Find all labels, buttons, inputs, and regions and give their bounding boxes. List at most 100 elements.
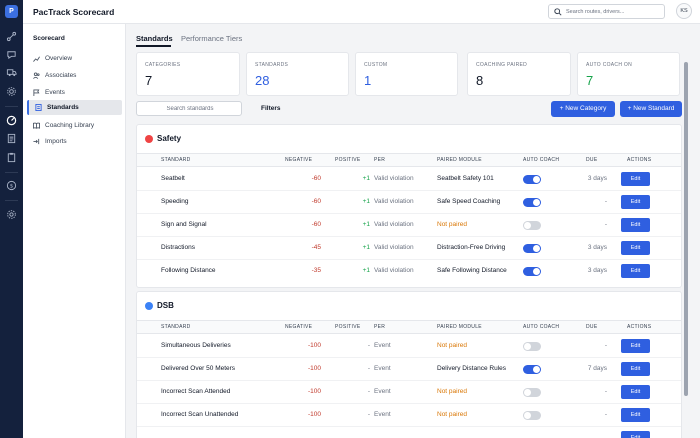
svg-text:$: $: [10, 184, 14, 190]
rail-divider: [5, 172, 18, 173]
edit-button[interactable]: Edit: [621, 264, 650, 278]
positive-points: -: [367, 365, 370, 372]
table-row: Following Distance -35 +1 Valid violatio…: [137, 260, 681, 283]
table-row: Simultaneous Deliveries -100 - Event Not…: [137, 335, 681, 358]
new-category-button[interactable]: + New Category: [551, 101, 615, 117]
due-value: 3 days: [587, 175, 607, 182]
tab-standards[interactable]: Standards: [136, 34, 173, 43]
auto-coach-toggle[interactable]: [523, 365, 541, 374]
section-header[interactable]: Safety: [137, 125, 681, 153]
paired-module: Safe Following Distance: [437, 267, 507, 274]
page-scrollbar[interactable]: [684, 62, 688, 396]
clipboard-icon[interactable]: [6, 152, 17, 163]
auto-coach-toggle[interactable]: [523, 244, 541, 253]
route-icon[interactable]: [6, 31, 17, 42]
due-value: 3 days: [587, 244, 607, 251]
tab-performance-tiers[interactable]: Performance Tiers: [181, 34, 242, 43]
per-value: Valid violation: [374, 267, 414, 274]
stat-label: CUSTOM: [364, 62, 388, 68]
auto-coach-toggle[interactable]: [523, 267, 541, 276]
negative-points: -60: [311, 198, 321, 205]
edit-button[interactable]: Edit: [621, 362, 650, 376]
auto-coach-toggle[interactable]: [523, 221, 541, 230]
rail-divider: [5, 106, 18, 107]
edit-button[interactable]: Edit: [621, 339, 650, 353]
paired-module: Not paired: [437, 411, 467, 418]
standards-search-input[interactable]: [143, 103, 237, 114]
column-header: AUTO COACH: [523, 157, 560, 163]
stat-card-custom: CUSTOM 1: [355, 52, 458, 96]
edit-button[interactable]: Edit: [621, 172, 650, 186]
per-value: Valid violation: [374, 244, 414, 251]
table-row: Incorrect Scan Unattended -100 - Event N…: [137, 404, 681, 427]
stat-label: COACHING PAIRED: [476, 62, 528, 68]
stat-value: 8: [476, 73, 484, 88]
auto-coach-toggle[interactable]: [523, 411, 541, 420]
chart-icon: [33, 55, 40, 62]
standard-name: Distractions: [161, 244, 195, 251]
auto-coach-toggle[interactable]: [523, 342, 541, 351]
auto-coach-toggle[interactable]: [523, 175, 541, 184]
column-header: NEGATIVE: [285, 157, 313, 163]
rail-divider: [5, 200, 18, 201]
nav-item-events[interactable]: Events: [27, 85, 122, 100]
users-icon: [33, 72, 40, 79]
nav-item-associates[interactable]: Associates: [27, 68, 122, 83]
global-search-input[interactable]: [566, 6, 662, 17]
chat-icon[interactable]: [6, 49, 17, 60]
app-logo[interactable]: P: [5, 5, 18, 18]
auto-coach-toggle[interactable]: [523, 198, 541, 207]
due-value: 3 days: [587, 267, 607, 274]
category-color-dot: [145, 135, 153, 143]
nav-item-imports[interactable]: Imports: [27, 134, 122, 149]
stat-value: 28: [255, 73, 270, 88]
per-value: Valid violation: [374, 221, 414, 228]
document-icon[interactable]: [6, 133, 17, 144]
table-header: STANDARD NEGATIVE POSITIVE PER PAIRED MO…: [137, 320, 681, 334]
filters-button[interactable]: Filters: [261, 105, 281, 112]
column-header: PER: [374, 324, 386, 330]
positive-points: +1: [362, 221, 370, 228]
edit-button[interactable]: Edit: [621, 431, 650, 438]
flag-icon: [33, 89, 40, 96]
truck-icon[interactable]: [6, 67, 17, 78]
category-section-safety: Safety STANDARD NEGATIVE POSITIVE PER PA…: [136, 124, 682, 288]
nav-item-coaching-library[interactable]: Coaching Library: [27, 118, 122, 133]
standard-name: Delivered Over 50 Meters: [161, 365, 236, 372]
auto-coach-toggle[interactable]: [523, 388, 541, 397]
column-header: ACTIONS: [627, 324, 652, 330]
edit-button[interactable]: Edit: [621, 241, 650, 255]
paired-module: Safe Speed Coaching: [437, 198, 501, 205]
column-header: PAIRED MODULE: [437, 157, 482, 163]
due-value: -: [604, 198, 607, 205]
global-search[interactable]: [548, 4, 665, 19]
nav-item-standards[interactable]: Standards: [27, 100, 122, 115]
settings-icon[interactable]: [6, 209, 17, 220]
active-tab-indicator: [136, 45, 171, 47]
column-header: STANDARD: [161, 324, 191, 330]
import-icon: [33, 138, 40, 145]
dollar-icon[interactable]: $: [6, 180, 17, 191]
edit-button[interactable]: Edit: [621, 385, 650, 399]
per-value: Event: [374, 342, 391, 349]
standards-search[interactable]: [136, 101, 242, 116]
gear-icon[interactable]: [6, 86, 17, 97]
book-icon: [33, 122, 40, 129]
standard-name: Speeding: [161, 198, 189, 205]
edit-button[interactable]: Edit: [621, 408, 650, 422]
table-row: Distractions -45 +1 Valid violation Dist…: [137, 237, 681, 260]
user-avatar[interactable]: KS: [676, 3, 692, 19]
category-color-dot: [145, 302, 153, 310]
new-standard-button[interactable]: + New Standard: [620, 101, 682, 117]
nav-item-overview[interactable]: Overview: [27, 51, 122, 66]
edit-button[interactable]: Edit: [621, 195, 650, 209]
edit-button[interactable]: Edit: [621, 218, 650, 232]
nav-item-label: Imports: [45, 138, 67, 145]
gauge-icon[interactable]: [6, 115, 17, 126]
scorecard-nav: Scorecard Overview Associates Events Sta…: [23, 24, 126, 438]
stat-value: 7: [586, 73, 594, 88]
section-header[interactable]: DSB: [137, 292, 681, 320]
negative-points: -60: [311, 175, 321, 182]
negative-points: -35: [311, 267, 321, 274]
stat-card-coaching-paired: COACHING PAIRED 8: [467, 52, 571, 96]
